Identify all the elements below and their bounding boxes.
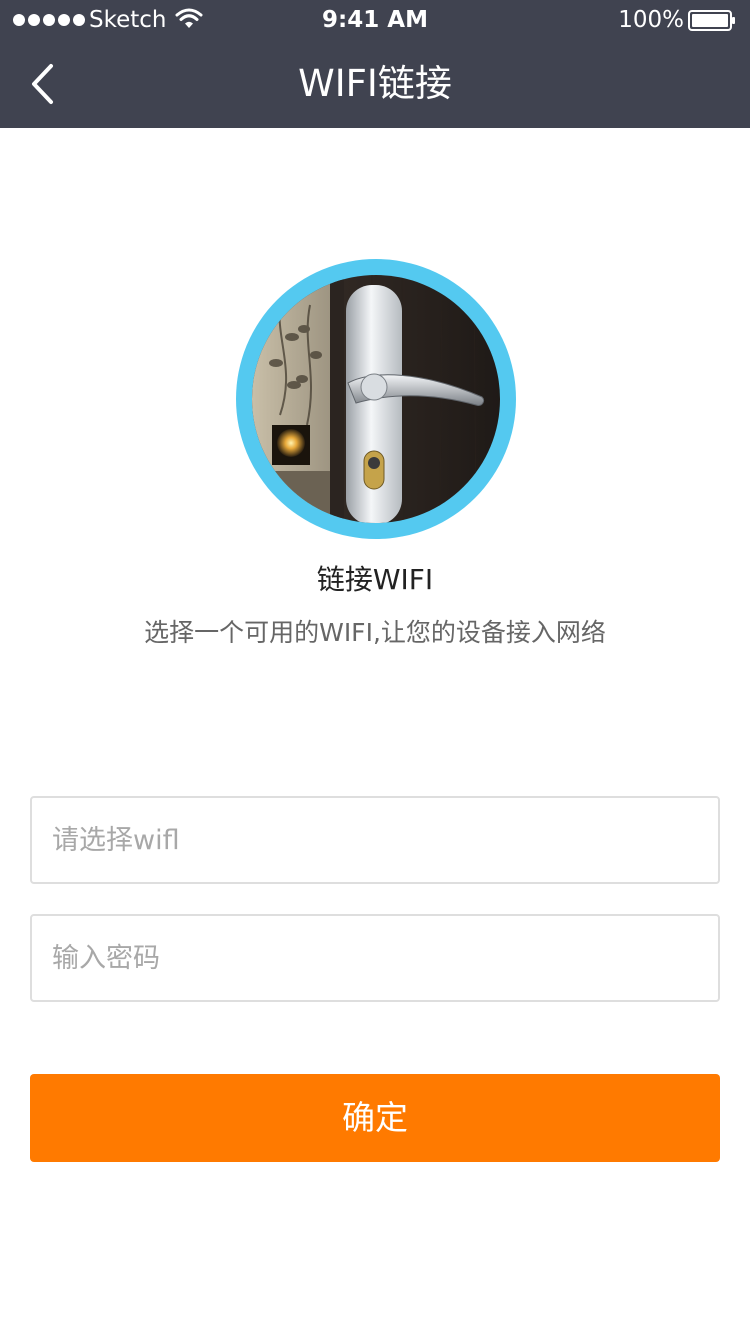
- section-heading: 链接WIFI: [316, 563, 434, 596]
- wifi-link-screen: Sketch 9:41 AM 100% WIFI链接 链接WIFI 选择一个可用…: [0, 0, 750, 1334]
- page-title: WIFI链接: [298, 62, 452, 105]
- top-bar: Sketch 9:41 AM 100% WIFI链接: [0, 0, 750, 128]
- battery-percentage: 100%: [618, 7, 684, 33]
- password-input[interactable]: [32, 916, 718, 1000]
- status-bar: Sketch 9:41 AM 100%: [0, 0, 750, 40]
- wifi-select-input[interactable]: [32, 798, 718, 882]
- section-description: 选择一个可用的WIFI,让您的设备接入网络: [144, 618, 606, 647]
- wifi-select-field[interactable]: [30, 796, 720, 884]
- device-image-ring: [236, 259, 516, 539]
- battery-icon: [688, 10, 735, 31]
- confirm-button[interactable]: 确定: [30, 1074, 720, 1162]
- door-lock-image: [252, 275, 500, 523]
- password-field[interactable]: [30, 914, 720, 1002]
